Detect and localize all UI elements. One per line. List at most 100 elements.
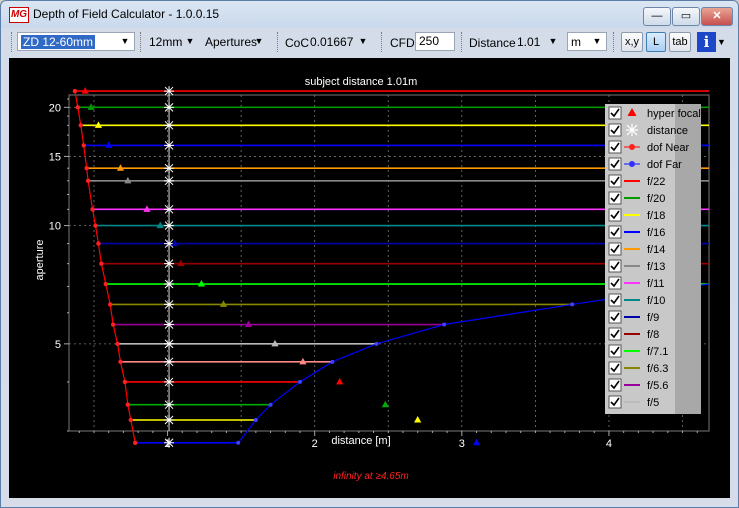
- dof-chart: subject distance 1.01m distance [m] aper…: [9, 58, 730, 498]
- dof-near-point: [90, 207, 95, 212]
- distance-marker: [164, 414, 175, 425]
- legend-checkbox[interactable]: [608, 327, 622, 341]
- dof-far-point: [570, 302, 575, 307]
- l-toggle-button[interactable]: L: [646, 32, 666, 52]
- chevron-down-icon: ▼: [185, 36, 195, 46]
- distance-marker: [164, 299, 175, 310]
- infinity-note: infinity at ≥4.65m: [333, 471, 409, 482]
- legend-label: f/13: [647, 261, 665, 273]
- toolbar-grip[interactable]: [613, 32, 617, 52]
- dof-near-point: [99, 261, 104, 266]
- distance-marker: [164, 338, 175, 349]
- info-button[interactable]: i: [697, 32, 716, 52]
- legend-label: hyper focal: [647, 108, 701, 120]
- dof-far-point: [442, 322, 447, 327]
- dof-near-point: [85, 178, 91, 184]
- title-bar[interactable]: MG Depth of Field Calculator - 1.0.0.15 …: [1, 1, 738, 27]
- legend-checkbox[interactable]: [608, 157, 622, 171]
- mode-value: Apertures: [205, 35, 258, 49]
- legend-label: f/7.1: [647, 346, 668, 358]
- legend-checkbox[interactable]: [608, 123, 622, 137]
- legend-checkbox[interactable]: [608, 174, 622, 188]
- dof-near-point: [133, 440, 138, 445]
- legend-label: f/18: [647, 210, 665, 222]
- legend-checkbox[interactable]: [608, 208, 622, 222]
- legend-checkbox[interactable]: [608, 378, 622, 392]
- distance-label: Distance: [469, 36, 516, 50]
- y-tick-label: 15: [49, 151, 61, 163]
- distance-marker: [164, 399, 175, 410]
- dof-far-point: [268, 402, 273, 407]
- distance-marker: [164, 376, 175, 387]
- legend-label: f/5.6: [647, 380, 668, 392]
- app-logo-icon: MG: [9, 7, 29, 23]
- dof-near-point: [128, 417, 133, 423]
- chevron-down-icon: ▼: [548, 36, 558, 46]
- legend-checkbox[interactable]: [608, 293, 622, 307]
- legend-item[interactable]: dof Near: [608, 140, 690, 154]
- y-tick-label: 10: [49, 221, 61, 233]
- toolbar-grip[interactable]: [140, 32, 144, 52]
- legend-checkbox[interactable]: [608, 361, 622, 375]
- cfd-input[interactable]: 250: [415, 32, 455, 51]
- maximize-button[interactable]: ▭: [672, 7, 700, 26]
- dof-far-point: [330, 359, 335, 364]
- distance-marker: [164, 175, 175, 186]
- window-title: Depth of Field Calculator - 1.0.0.15: [33, 7, 220, 21]
- dof-near-point: [72, 88, 78, 94]
- legend: hyper focal distance dof Near dof Far f/22 f/…: [605, 104, 701, 414]
- distance-marker: [164, 86, 175, 97]
- distance-marker: [164, 102, 175, 113]
- app-window: MG Depth of Field Calculator - 1.0.0.15 …: [0, 0, 739, 508]
- dof-near-point: [115, 341, 120, 347]
- dof-near-point: [110, 322, 116, 327]
- close-button[interactable]: ✕: [701, 7, 733, 26]
- distance-marker: [164, 238, 175, 249]
- legend-label: distance: [647, 125, 688, 137]
- legend-label: f/9: [647, 312, 659, 324]
- legend-checkbox[interactable]: [608, 225, 622, 239]
- legend-checkbox[interactable]: [608, 276, 622, 290]
- xy-toggle-button[interactable]: x,y: [621, 32, 643, 52]
- distance-marker: [164, 140, 175, 151]
- legend-checkbox[interactable]: [608, 106, 622, 120]
- distance-marker: [164, 220, 175, 231]
- mode-select[interactable]: Apertures ▼: [201, 32, 269, 51]
- legend-checkbox[interactable]: [608, 191, 622, 205]
- dof-near-point: [84, 165, 89, 171]
- coc-value: 0.01667: [310, 35, 354, 49]
- legend-checkbox[interactable]: [608, 242, 622, 256]
- toolbar: ZD 12-60mm ▼ 12mm ▼ Apertures ▼ CoC 0.01…: [9, 29, 731, 55]
- legend-label: f/6.3: [647, 363, 668, 375]
- dof-near-point: [96, 241, 101, 246]
- legend-checkbox[interactable]: [608, 259, 622, 273]
- legend-checkbox[interactable]: [608, 344, 622, 358]
- coc-select[interactable]: 0.01667 ▼: [306, 32, 373, 51]
- legend-checkbox[interactable]: [608, 310, 622, 324]
- distance-marker: [164, 258, 175, 269]
- distance-marker: [164, 356, 175, 367]
- toolbar-grip[interactable]: [461, 32, 465, 52]
- legend-item[interactable]: distance: [608, 123, 688, 137]
- unit-select[interactable]: m ▼: [567, 32, 607, 51]
- tab-toggle-button[interactable]: tab: [669, 32, 691, 52]
- minimize-button[interactable]: —: [643, 7, 671, 26]
- distance-select[interactable]: 1.01 ▼: [513, 32, 563, 51]
- toolbar-grip[interactable]: [277, 32, 281, 52]
- legend-label: f/5: [647, 397, 659, 409]
- legend-label: f/22: [647, 176, 665, 188]
- legend-checkbox[interactable]: [608, 140, 622, 154]
- focal-select[interactable]: 12mm ▼: [145, 32, 200, 51]
- y-tick-label: 5: [55, 339, 61, 351]
- legend-checkbox[interactable]: [608, 395, 622, 409]
- toolbar-grip[interactable]: [11, 32, 15, 52]
- toolbar-grip[interactable]: [381, 32, 385, 52]
- dof-near-point: [118, 359, 123, 365]
- chevron-down-icon: ▼: [358, 36, 368, 46]
- dof-near-point: [107, 302, 113, 307]
- lens-select[interactable]: ZD 12-60mm ▼: [17, 32, 135, 51]
- legend-label: f/20: [647, 193, 665, 205]
- dof-far-point: [297, 379, 302, 384]
- cfd-label: CFD: [390, 36, 415, 50]
- info-dropdown-icon[interactable]: ▼: [717, 37, 726, 47]
